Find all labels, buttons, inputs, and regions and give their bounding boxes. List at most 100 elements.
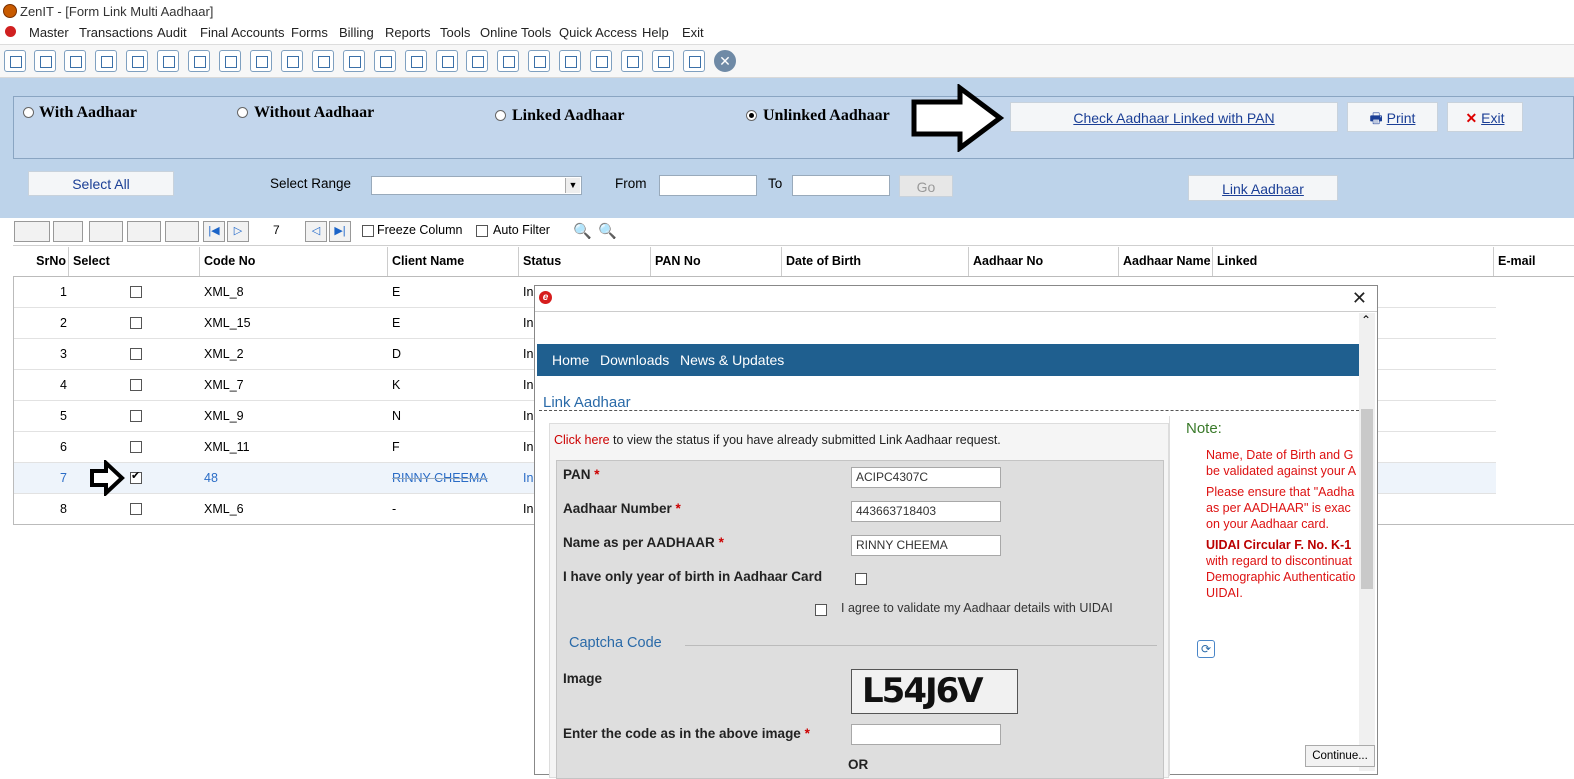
home-icon[interactable]: [34, 50, 56, 72]
calculator-icon[interactable]: [312, 50, 334, 72]
menu-exit[interactable]: Exit: [682, 25, 704, 40]
col-select[interactable]: Select: [69, 247, 200, 276]
nav-downloads[interactable]: Downloads: [600, 352, 669, 368]
print-grid-icon[interactable]: [89, 221, 123, 242]
label-unlinked-aadhaar[interactable]: Unlinked Aadhaar: [763, 107, 890, 125]
radio-unlinked-aadhaar[interactable]: [746, 110, 757, 121]
row-select-checkbox[interactable]: [130, 469, 142, 484]
menu-final-accounts[interactable]: Final Accounts: [200, 25, 285, 40]
row-select-checkbox[interactable]: [130, 286, 142, 298]
users-icon[interactable]: [157, 50, 179, 72]
pie-icon[interactable]: [343, 50, 365, 72]
yob-checkbox[interactable]: [855, 573, 867, 585]
aadhaar-number-input[interactable]: 443663718403: [851, 501, 1001, 522]
pin-icon[interactable]: [188, 50, 210, 72]
close-icon[interactable]: ✕: [714, 50, 736, 72]
row-select-checkbox[interactable]: [130, 348, 142, 360]
col-srno[interactable]: SrNo: [13, 247, 69, 276]
col-aadhaar-name[interactable]: Aadhaar Name: [1119, 247, 1213, 276]
menu-billing[interactable]: Billing: [339, 25, 374, 40]
scroll-up-icon[interactable]: ⌃: [1361, 313, 1371, 327]
go-button[interactable]: Go: [899, 175, 953, 197]
save-grid-icon[interactable]: [53, 221, 83, 242]
col-pan-no[interactable]: PAN No: [651, 247, 782, 276]
radio-linked-aadhaar[interactable]: [495, 110, 506, 121]
nav-news-updates[interactable]: News & Updates: [680, 352, 784, 368]
to-input[interactable]: [792, 175, 890, 196]
doc-icon[interactable]: [652, 50, 674, 72]
row-select-checkbox[interactable]: [130, 410, 142, 422]
freeze-column-checkbox[interactable]: [362, 225, 374, 237]
calendar-icon[interactable]: [528, 50, 550, 72]
col-client-name[interactable]: Client Name: [388, 247, 519, 276]
menu-master[interactable]: Master: [29, 25, 69, 40]
report-icon[interactable]: [466, 50, 488, 72]
col-status[interactable]: Status: [519, 247, 651, 276]
from-input[interactable]: [659, 175, 757, 196]
radio-with-aadhaar[interactable]: [23, 107, 34, 118]
captcha-input[interactable]: [851, 724, 1001, 745]
3cd-icon[interactable]: [621, 50, 643, 72]
nav-home[interactable]: Home: [552, 352, 589, 368]
click-here-link[interactable]: Click here: [554, 433, 610, 447]
pay-icon[interactable]: [374, 50, 396, 72]
menu-forms[interactable]: Forms: [291, 25, 328, 40]
col-code-no[interactable]: Code No: [200, 247, 388, 276]
label-with-aadhaar[interactable]: With Aadhaar: [39, 104, 137, 122]
last-page-icon[interactable]: ▶|: [329, 221, 351, 242]
label-linked-aadhaar[interactable]: Linked Aadhaar: [512, 107, 624, 125]
col-aadhaar-no[interactable]: Aadhaar No: [969, 247, 1119, 276]
book-icon[interactable]: [405, 50, 427, 72]
select-range-dropdown[interactable]: ▼: [371, 176, 582, 195]
zoom-in-icon[interactable]: 🔍: [573, 222, 592, 240]
link-aadhaar-button[interactable]: Link Aadhaar: [1188, 175, 1338, 201]
menu-app-icon[interactable]: [5, 26, 16, 37]
chart-icon[interactable]: [95, 50, 117, 72]
fac-icon[interactable]: [683, 50, 705, 72]
col-linked[interactable]: Linked: [1213, 247, 1494, 276]
next-page-icon[interactable]: ◁: [305, 221, 327, 242]
name-input[interactable]: RINNY CHEEMA: [851, 535, 1001, 556]
col-email[interactable]: E-mail: [1494, 247, 1574, 276]
print-button[interactable]: 🖶 Print: [1347, 102, 1438, 132]
menu-tools[interactable]: Tools: [440, 25, 470, 40]
label-without-aadhaar[interactable]: Without Aadhaar: [254, 104, 374, 122]
info-icon[interactable]: [436, 50, 458, 72]
dialog-scrollbar[interactable]: ⌃: [1359, 313, 1375, 771]
hierarchy-icon[interactable]: [165, 221, 199, 242]
agree-checkbox[interactable]: [815, 604, 827, 616]
col-date-of-birth[interactable]: Date of Birth: [782, 247, 969, 276]
bs-icon[interactable]: [590, 50, 612, 72]
zoom-out-icon[interactable]: 🔍: [598, 222, 617, 240]
menu-reports[interactable]: Reports: [385, 25, 431, 40]
excel-export-icon[interactable]: [14, 221, 50, 242]
user-doc-icon[interactable]: [497, 50, 519, 72]
prev-page-icon[interactable]: ▷: [227, 221, 249, 242]
chevron-down-icon[interactable]: ▼: [565, 178, 580, 193]
building-icon[interactable]: [64, 50, 86, 72]
row-select-checkbox[interactable]: [130, 379, 142, 391]
menu-help[interactable]: Help: [642, 25, 669, 40]
rupee-icon[interactable]: [4, 50, 26, 72]
menu-transactions[interactable]: Transactions: [79, 25, 153, 40]
auto-filter-checkbox[interactable]: [476, 225, 488, 237]
find-icon[interactable]: [127, 221, 161, 242]
row-select-checkbox[interactable]: [130, 503, 142, 515]
refresh-captcha-icon[interactable]: ⟳: [1197, 640, 1215, 658]
audio-icon[interactable]: [281, 50, 303, 72]
menu-online-tools[interactable]: Online Tools: [480, 25, 551, 40]
continue-button[interactable]: Continue...: [1305, 745, 1375, 767]
first-page-icon[interactable]: |◀: [203, 221, 225, 242]
row-select-checkbox[interactable]: [130, 441, 142, 453]
check-aadhaar-linked-pan-button[interactable]: Check Aadhaar Linked with PAN: [1010, 102, 1338, 132]
exit-button[interactable]: ✕ Exit: [1447, 102, 1523, 132]
pan-input[interactable]: ACIPC4307C: [851, 467, 1001, 488]
filter-icon[interactable]: [219, 50, 241, 72]
folder-add-icon[interactable]: [559, 50, 581, 72]
menu-audit[interactable]: Audit: [157, 25, 187, 40]
dialog-close-icon[interactable]: ✕: [1352, 288, 1367, 309]
row-select-checkbox[interactable]: [130, 317, 142, 329]
gift-icon[interactable]: [126, 50, 148, 72]
select-all-button[interactable]: Select All: [28, 171, 174, 196]
tax-icon[interactable]: [250, 50, 272, 72]
